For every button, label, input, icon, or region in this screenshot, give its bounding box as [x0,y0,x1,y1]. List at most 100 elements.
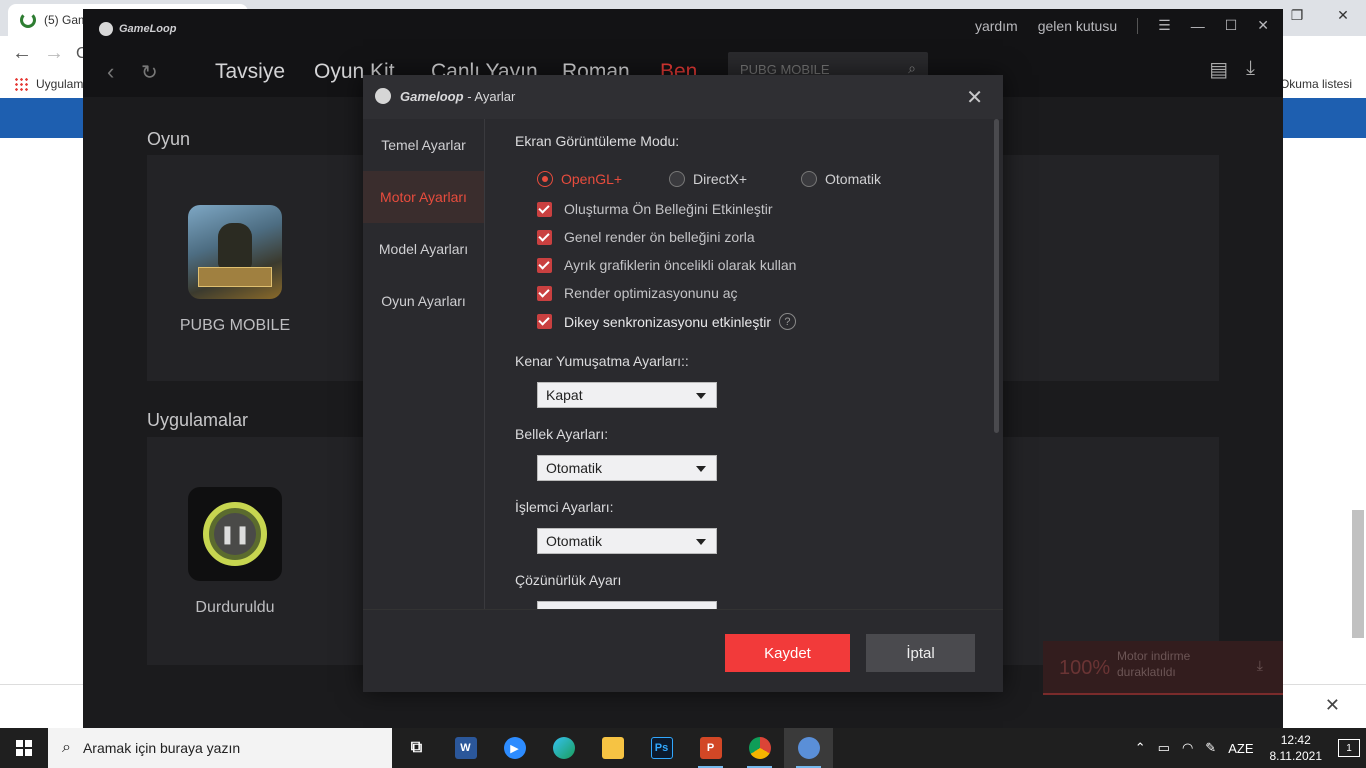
dialog-footer: Kaydet İptal [363,609,1003,692]
chrome-icon[interactable] [735,728,784,768]
page-scrollbar[interactable] [1352,510,1364,638]
maximize-icon[interactable]: ☐ [1225,17,1238,34]
file-explorer-icon[interactable] [588,728,637,768]
wifi-icon[interactable]: ◠ [1182,740,1193,756]
back-icon[interactable]: ‹ [107,59,114,85]
inbox-link[interactable]: gelen kutusu [1038,18,1117,34]
help-link[interactable]: yardım [975,18,1018,34]
help-icon[interactable]: ? [778,313,796,330]
antialias-title: Kenar Yumuşatma Ayarları:: [515,353,689,369]
gameloop-icon[interactable] [784,728,833,768]
close-icon[interactable]: ✕ [966,85,983,110]
reading-list[interactable]: Okuma listesi [1280,77,1352,91]
checkbox-checked-icon [537,229,552,245]
download-message-line2: duraklatıldı [1117,665,1176,679]
download-toast[interactable]: 100% Motor indirme duraklatıldı ⤓ [1043,641,1283,695]
radio-opengl[interactable]: OpenGL+ [537,171,669,187]
search-icon: ⌕ [62,739,71,756]
sidebar-item-model[interactable]: Model Ayarları [363,223,484,275]
gameloop-logo-icon [99,22,113,36]
download-icon[interactable]: ⤓ [1246,57,1255,82]
game-tile-pubg[interactable]: PUBG MOBILE [175,205,295,335]
chevron-down-icon [696,466,706,472]
checkbox-vsync[interactable]: Dikey senkronizasyonu etkinleştir ? [537,313,796,330]
notification-icon[interactable]: 1 [1338,739,1360,757]
task-view-icon[interactable]: ⧉ [392,728,441,768]
paused-app-icon: ❚❚ [188,487,282,581]
hamburger-menu-icon[interactable]: ☰ [1158,17,1171,34]
game-label: PUBG MOBILE [179,317,291,334]
gameloop-logo-icon [375,88,391,104]
clock-date: 8.11.2021 [1269,749,1323,763]
language-indicator[interactable]: AZE [1228,741,1253,756]
zoom-icon[interactable]: ▶ [490,728,539,768]
checkbox-render-cache[interactable]: Oluşturma Ön Belleğini Etkinleştir [537,201,773,217]
message-icon[interactable]: ▤ [1209,57,1228,82]
radio-unchecked-icon [801,171,817,187]
checkbox-discrete-gpu[interactable]: Ayrık grafiklerin öncelikli olarak kulla… [537,257,796,273]
edge-icon[interactable] [539,728,588,768]
antialias-value: Kapat [546,387,583,403]
close-icon[interactable]: ✕ [1325,695,1340,716]
bookmark-apps[interactable]: Uygulam [14,77,83,91]
pen-icon[interactable]: ✎ [1205,740,1216,756]
section-title-games: Oyun [147,129,191,149]
sidebar-item-oyun[interactable]: Oyun Ayarları [363,275,484,327]
cpu-select[interactable]: Otomatik [537,528,717,554]
save-button[interactable]: Kaydet [725,634,850,672]
minimize-icon[interactable]: — [1191,18,1205,34]
close-icon[interactable]: ✕ [1257,17,1269,34]
radio-directx[interactable]: DirectX+ [669,171,801,187]
memory-title: Bellek Ayarları: [515,426,609,442]
gameloop-nav-icons: ▤ ⤓ [1209,57,1255,82]
dialog-title: Gameloop - Ayarlar [400,89,515,104]
checkbox-render-optimization[interactable]: Render optimizasyonunu aç [537,285,738,301]
forward-icon[interactable]: → [44,42,64,65]
checkbox-checked-icon [537,314,552,329]
photoshop-icon[interactable]: Ps [637,728,686,768]
download-icon[interactable]: ⤓ [1257,657,1263,674]
checkbox-label: Oluşturma Ön Belleğini Etkinleştir [564,201,773,217]
back-icon[interactable]: ← [12,42,32,65]
memory-select[interactable]: Otomatik [537,455,717,481]
word-icon[interactable]: W [441,728,490,768]
checkbox-label: Genel render ön belleğini zorla [564,229,755,245]
sidebar-item-motor[interactable]: Motor Ayarları [363,171,484,223]
sidebar-item-temel[interactable]: Temel Ayarlar [363,119,484,171]
settings-dialog: Gameloop - Ayarlar ✕ Temel Ayarlar Motor… [363,75,1003,692]
gameloop-top-links: yardım gelen kutusu ☰ — ☐ ✕ [975,17,1283,34]
clock-time: 12:42 [1280,733,1311,747]
close-icon[interactable]: ✕ [1320,0,1366,30]
settings-scrollbar[interactable] [994,119,999,433]
dialog-title-rest: - Ayarlar [463,89,516,104]
app-tile-paused[interactable]: ❚❚ Durduruldu [175,487,295,617]
checkbox-label: Ayrık grafiklerin öncelikli olarak kulla… [564,257,797,273]
chevron-down-icon [696,393,706,399]
resolution-select[interactable] [537,601,717,609]
settings-sidebar: Temel Ayarlar Motor Ayarları Model Ayarl… [363,119,485,609]
chevron-down-icon [696,539,706,545]
battery-icon[interactable]: ▭ [1158,740,1170,756]
cancel-button[interactable]: İptal [866,634,975,672]
radio-automatic[interactable]: Otomatik [801,171,933,187]
taskbar-apps: ⧉ W ▶ Ps P [392,728,833,768]
start-button[interactable] [0,728,48,768]
download-percent: 100% [1059,657,1111,679]
radio-checked-icon [537,171,553,187]
taskbar-search-input[interactable]: ⌕ Aramak için buraya yazın [48,728,392,768]
pubg-icon [188,205,282,299]
progress-ring-icon: ❚❚ [203,502,267,566]
checkbox-checked-icon [537,257,552,273]
radio-automatic-label: Otomatik [825,171,882,187]
taskbar: ⌕ Aramak için buraya yazın ⧉ W ▶ Ps P ⌃ … [0,728,1366,768]
refresh-icon[interactable]: ↻ [141,60,158,85]
chevron-up-icon[interactable]: ⌃ [1135,740,1146,756]
powerpoint-icon[interactable]: P [686,728,735,768]
download-message-line1: Motor indirme [1117,649,1191,663]
radio-unchecked-icon [669,171,685,187]
clock[interactable]: 12:42 8.11.2021 [1270,732,1323,764]
checkbox-force-render-cache[interactable]: Genel render ön belleğini zorla [537,229,755,245]
nav-tavsiye[interactable]: Tavsiye [215,60,285,84]
antialias-select[interactable]: Kapat [537,382,717,408]
pause-icon[interactable]: ❚❚ [214,513,256,555]
